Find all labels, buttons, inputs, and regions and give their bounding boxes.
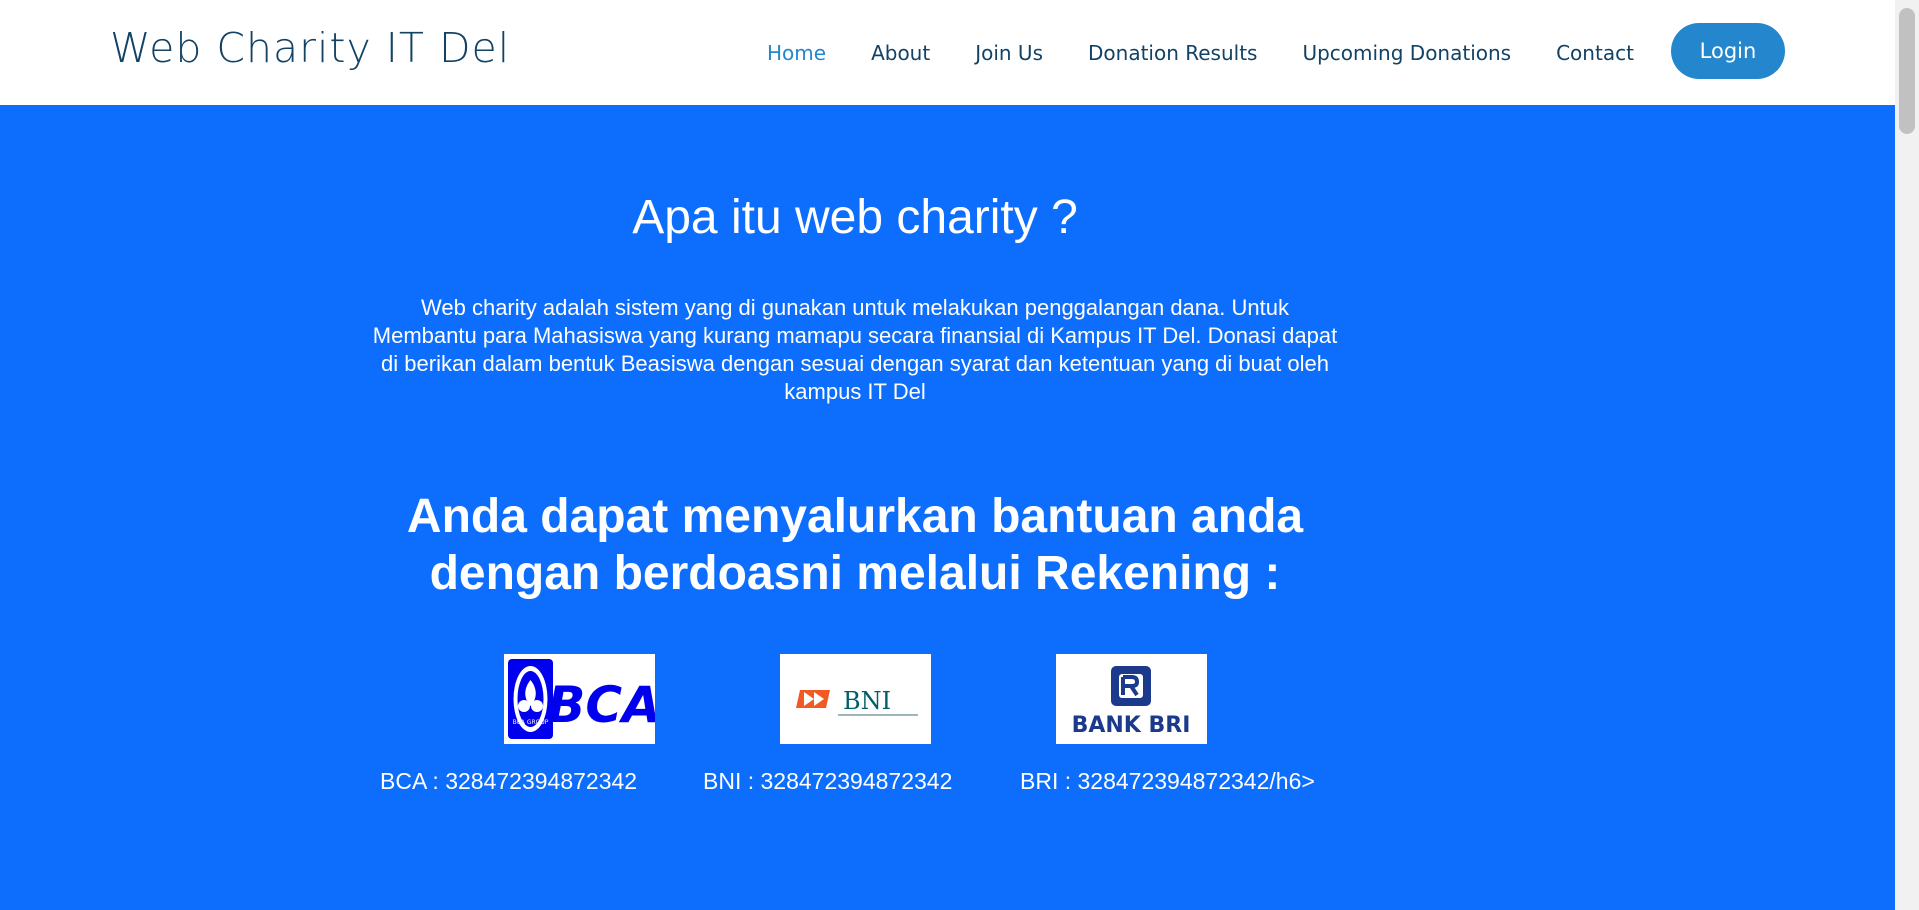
bca-logo: BCA GROUP BCA: [504, 654, 655, 744]
nav-link-donation-results[interactable]: Donation Results: [1088, 41, 1257, 65]
vertical-scrollbar[interactable]: [1895, 0, 1919, 910]
bca-account: BCA : 328472394872342: [380, 768, 638, 794]
svg-text:BCA GROUP: BCA GROUP: [513, 719, 549, 726]
svg-text:BNI: BNI: [843, 687, 891, 715]
login-button[interactable]: Login: [1671, 23, 1785, 79]
brand-logo-text[interactable]: Web Charity IT Del: [110, 24, 510, 72]
nav-link-home[interactable]: Home: [767, 41, 826, 65]
hero-description: Web charity adalah sistem yang di gunaka…: [372, 295, 1338, 404]
bni-logo: BNI: [780, 654, 931, 744]
hero-subtitle: Anda dapat menyalurkan bantuan anda deng…: [406, 490, 1304, 600]
bri-account: BRI : 328472394872342/h6>: [1020, 768, 1315, 794]
nav-link-about[interactable]: About: [871, 41, 930, 65]
scrollbar-thumb[interactable]: [1899, 8, 1915, 134]
bri-logo: BANK BRI: [1056, 654, 1207, 744]
nav-menu: Home About Join Us Donation Results Upco…: [767, 0, 1679, 105]
svg-text:BCA: BCA: [547, 676, 655, 734]
hero-title: Apa itu web charity ?: [632, 191, 1078, 244]
nav-link-contact[interactable]: Contact: [1556, 41, 1634, 65]
svg-text:BANK BRI: BANK BRI: [1072, 713, 1191, 738]
navbar: Web Charity IT Del Home About Join Us Do…: [0, 0, 1895, 105]
nav-link-upcoming-donations[interactable]: Upcoming Donations: [1302, 41, 1511, 65]
hero-section: Apa itu web charity ? Web charity adalah…: [0, 105, 1895, 910]
bni-account: BNI : 328472394872342: [703, 768, 953, 794]
nav-link-join-us[interactable]: Join Us: [975, 41, 1043, 65]
